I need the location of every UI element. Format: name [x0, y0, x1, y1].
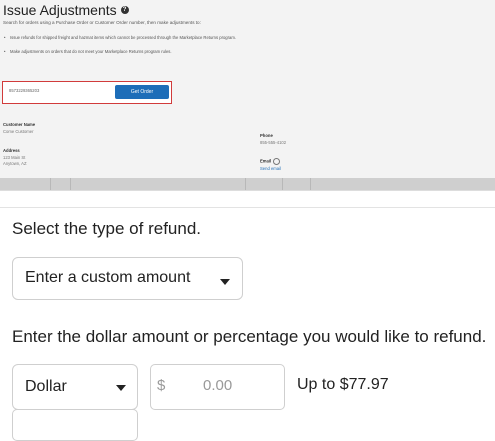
- refund-amount-input[interactable]: $ 0.00: [150, 364, 285, 410]
- refund-unit-select[interactable]: Dollar: [12, 364, 138, 410]
- column-divider: [245, 178, 246, 190]
- customer-name-value: Come Customer: [3, 129, 34, 134]
- info-icon[interactable]: ?: [120, 6, 129, 14]
- page-subtitle: Search for orders using a Purchase Order…: [3, 20, 201, 25]
- column-divider: [50, 178, 51, 190]
- order-table-header: [0, 178, 495, 190]
- address-line1: 123 Main St: [3, 155, 26, 160]
- section-divider: [0, 207, 495, 208]
- amount-placeholder: 0.00: [203, 377, 233, 394]
- get-order-button[interactable]: Get Order: [115, 85, 169, 99]
- customer-name-label: Customer Name: [3, 122, 36, 127]
- order-search-box: 8573229365203 Get Order: [2, 81, 172, 104]
- column-divider: [310, 178, 311, 190]
- phone-value: 855-555-4102: [260, 140, 287, 145]
- refund-limit-text: Up to $77.97: [297, 376, 389, 393]
- address-line2: Anytown, AZ: [3, 161, 27, 166]
- refund-type-heading: Select the type of refund.: [12, 219, 202, 238]
- address-label: Address: [3, 148, 20, 153]
- column-divider: [70, 178, 71, 190]
- page-title-text: Issue Adjustments: [3, 2, 117, 18]
- help-icon[interactable]: [273, 158, 281, 165]
- chevron-down-icon: [116, 385, 126, 391]
- additional-field[interactable]: [12, 409, 138, 441]
- page-title: Issue Adjustments ?: [3, 2, 129, 18]
- issue-adjustments-panel: Issue Adjustments ? Search for orders us…: [0, 0, 495, 191]
- refund-unit-value: Dollar: [25, 378, 67, 395]
- phone-label: Phone: [260, 133, 273, 138]
- order-number-input[interactable]: 8573229365203: [9, 88, 39, 93]
- bullet-item: Issue refunds for shipped freight and ha…: [4, 35, 236, 40]
- bullet-item: Make adjustments on orders that do not m…: [4, 49, 172, 54]
- send-email-link[interactable]: Send email: [260, 166, 281, 171]
- column-divider: [282, 178, 283, 190]
- refund-type-value: Enter a custom amount: [25, 269, 191, 286]
- refund-amount-heading: Enter the dollar amount or percentage yo…: [12, 327, 487, 346]
- email-label-text: Email: [260, 158, 272, 164]
- currency-symbol: $: [157, 377, 166, 394]
- chevron-down-icon: [220, 279, 230, 285]
- refund-type-select[interactable]: Enter a custom amount: [12, 257, 243, 300]
- email-label: Email: [260, 158, 281, 165]
